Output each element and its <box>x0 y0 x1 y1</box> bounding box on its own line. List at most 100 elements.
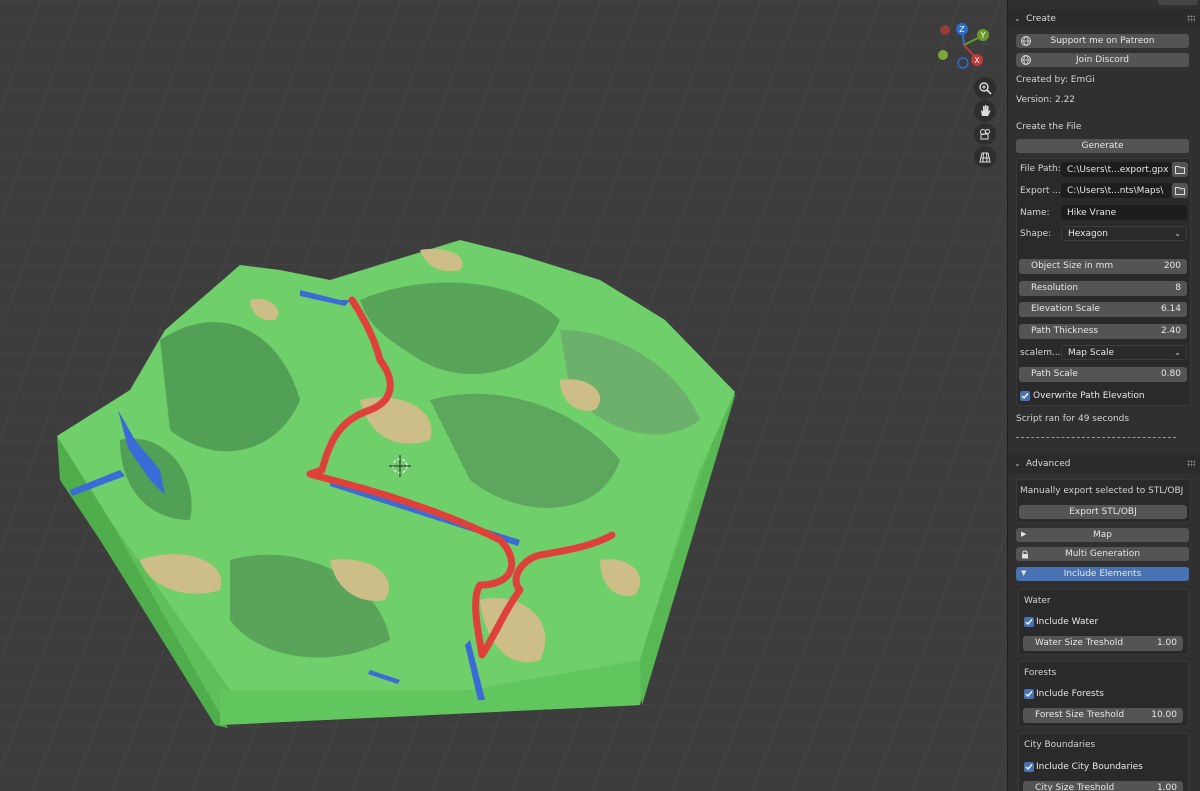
gizmo-x-label: X <box>974 56 980 65</box>
hand-pan-icon[interactable] <box>974 100 996 122</box>
globe-icon <box>1021 36 1031 47</box>
resolution-slider[interactable]: Resolution 8 <box>1019 281 1187 296</box>
patreon-button[interactable]: Support me on Patreon <box>1016 34 1189 48</box>
city-heading: City Boundaries <box>1024 740 1096 750</box>
checkmark-icon <box>1025 619 1033 626</box>
create-panel-title: Create <box>1026 13 1056 24</box>
sidebar-tab[interactable] <box>1158 0 1198 5</box>
scale-mode-label: scalem... <box>1020 348 1061 358</box>
name-label: Name: <box>1020 208 1050 218</box>
scale-mode-select[interactable]: Map Scale ⌄ <box>1061 345 1187 360</box>
include-water-label: Include Water <box>1036 617 1099 627</box>
forest-threshold-slider[interactable]: Forest Size Treshold 10.00 <box>1023 708 1183 723</box>
object-size-value: 200 <box>1163 261 1181 271</box>
create-file-heading: Create the File <box>1016 122 1082 132</box>
overwrite-path-checkbox[interactable] <box>1020 391 1030 401</box>
elevation-scale-slider[interactable]: Elevation Scale 6.14 <box>1019 302 1187 317</box>
include-city-label: Include City Boundaries <box>1036 762 1143 772</box>
chevron-down-icon: ⌄ <box>1014 14 1021 23</box>
chevron-down-icon: ⌄ <box>1174 229 1181 238</box>
generate-label: Generate <box>1081 141 1124 151</box>
created-by-text: Created by: EmGi <box>1016 75 1095 85</box>
chevron-down-icon: ⌄ <box>1014 459 1021 468</box>
city-threshold-slider[interactable]: City Size Treshold 1.00 <box>1023 781 1183 791</box>
include-elements-subpanel[interactable]: ▼ Include Elements <box>1016 567 1189 581</box>
chevron-down-icon: ⌄ <box>1174 348 1181 357</box>
checkmark-icon <box>1025 691 1033 698</box>
include-forests-label: Include Forests <box>1036 689 1104 699</box>
resolution-label: Resolution <box>1031 283 1079 293</box>
name-value: Hike Vrane <box>1067 207 1117 218</box>
water-threshold-slider[interactable]: Water Size Treshold 1.00 <box>1023 636 1183 651</box>
include-city-checkbox[interactable] <box>1024 762 1034 772</box>
script-status-text: Script ran for 49 seconds <box>1016 414 1130 424</box>
file-path-field[interactable]: C:\Users\t...export.gpx <box>1061 162 1171 177</box>
overwrite-path-label: Overwrite Path Elevation <box>1033 391 1145 401</box>
file-path-label: File Path: <box>1020 164 1061 174</box>
3d-viewport[interactable]: Z Y X <box>0 0 1007 791</box>
advanced-panel-title: Advanced <box>1026 458 1071 469</box>
resolution-value: 8 <box>1175 283 1181 293</box>
forest-threshold-label: Forest Size Treshold <box>1035 710 1125 720</box>
water-threshold-value: 1.00 <box>1156 638 1177 648</box>
create-panel-header[interactable]: ⌄ Create <box>1008 9 1200 28</box>
export-stl-label: Export STL/OBJ <box>1069 507 1137 517</box>
include-forests-checkbox[interactable] <box>1024 689 1034 699</box>
discord-label: Join Discord <box>1075 55 1130 65</box>
drag-grip-icon[interactable] <box>1187 15 1195 22</box>
export-path-field[interactable]: C:\Users\t...nts\Maps\ <box>1061 183 1171 198</box>
file-path-value: C:\Users\t...export.gpx <box>1067 164 1169 175</box>
camera-icon[interactable] <box>974 123 996 145</box>
zoom-icon[interactable] <box>974 77 996 99</box>
gizmo-y-label: Y <box>980 31 986 40</box>
globe-icon <box>1021 55 1031 66</box>
water-heading: Water <box>1024 596 1051 606</box>
viewport-scene: Z Y X <box>0 0 1007 791</box>
checkmark-icon <box>1021 393 1029 400</box>
shape-value: Hexagon <box>1068 228 1108 239</box>
drag-grip-icon[interactable] <box>1187 460 1195 467</box>
multi-generation-label: Multi Generation <box>1064 549 1141 559</box>
multi-generation-subpanel[interactable]: Multi Generation <box>1016 547 1189 561</box>
patreon-label: Support me on Patreon <box>1050 36 1155 46</box>
path-scale-slider[interactable]: Path Scale 0.80 <box>1019 367 1187 382</box>
elevation-scale-label: Elevation Scale <box>1031 304 1100 314</box>
map-subpanel[interactable]: ▶ Map <box>1016 528 1189 542</box>
path-thickness-slider[interactable]: Path Thickness 2.40 <box>1019 324 1187 339</box>
elevation-scale-value: 6.14 <box>1160 304 1181 314</box>
name-field[interactable]: Hike Vrane <box>1061 205 1187 220</box>
path-thickness-label: Path Thickness <box>1031 326 1099 336</box>
n-panel-sidebar[interactable]: ⌄ Create Support me on Patreon Join Disc… <box>1007 0 1200 791</box>
map-label: Map <box>1093 530 1112 540</box>
water-threshold-label: Water Size Treshold <box>1035 638 1124 648</box>
discord-button[interactable]: Join Discord <box>1016 53 1189 67</box>
city-threshold-label: City Size Treshold <box>1035 783 1115 791</box>
object-size-label: Object Size in mm <box>1031 261 1114 271</box>
forests-heading: Forests <box>1024 668 1057 678</box>
separator-line <box>1016 437 1176 438</box>
shape-label: Shape: <box>1020 229 1052 239</box>
manual-export-text: Manually export selected to STL/OBJ <box>1020 486 1184 496</box>
generate-button[interactable]: Generate <box>1016 139 1189 153</box>
folder-icon[interactable] <box>1172 183 1188 198</box>
object-size-slider[interactable]: Object Size in mm 200 <box>1019 259 1187 274</box>
checkmark-icon <box>1025 764 1033 771</box>
path-scale-value: 0.80 <box>1160 369 1181 379</box>
forest-threshold-value: 10.00 <box>1151 710 1177 720</box>
path-scale-label: Path Scale <box>1031 369 1078 379</box>
folder-icon[interactable] <box>1172 162 1188 177</box>
gizmo-neg-x-icon[interactable] <box>940 25 950 35</box>
export-stl-button[interactable]: Export STL/OBJ <box>1019 505 1187 519</box>
gizmo-neg-y-icon[interactable] <box>938 50 948 60</box>
export-path-value: C:\Users\t...nts\Maps\ <box>1067 185 1164 196</box>
advanced-panel-header[interactable]: ⌄ Advanced <box>1008 454 1200 473</box>
shape-select[interactable]: Hexagon ⌄ <box>1061 226 1187 241</box>
version-text: Version: 2.22 <box>1016 95 1076 105</box>
include-elements-label: Include Elements <box>1063 569 1142 579</box>
scale-mode-value: Map Scale <box>1068 347 1115 358</box>
grid-ortho-icon[interactable] <box>974 146 996 168</box>
lock-icon <box>1022 550 1028 559</box>
export-path-label: Export ... <box>1020 186 1061 196</box>
chevron-down-icon: ▼ <box>1021 569 1027 577</box>
include-water-checkbox[interactable] <box>1024 617 1034 627</box>
